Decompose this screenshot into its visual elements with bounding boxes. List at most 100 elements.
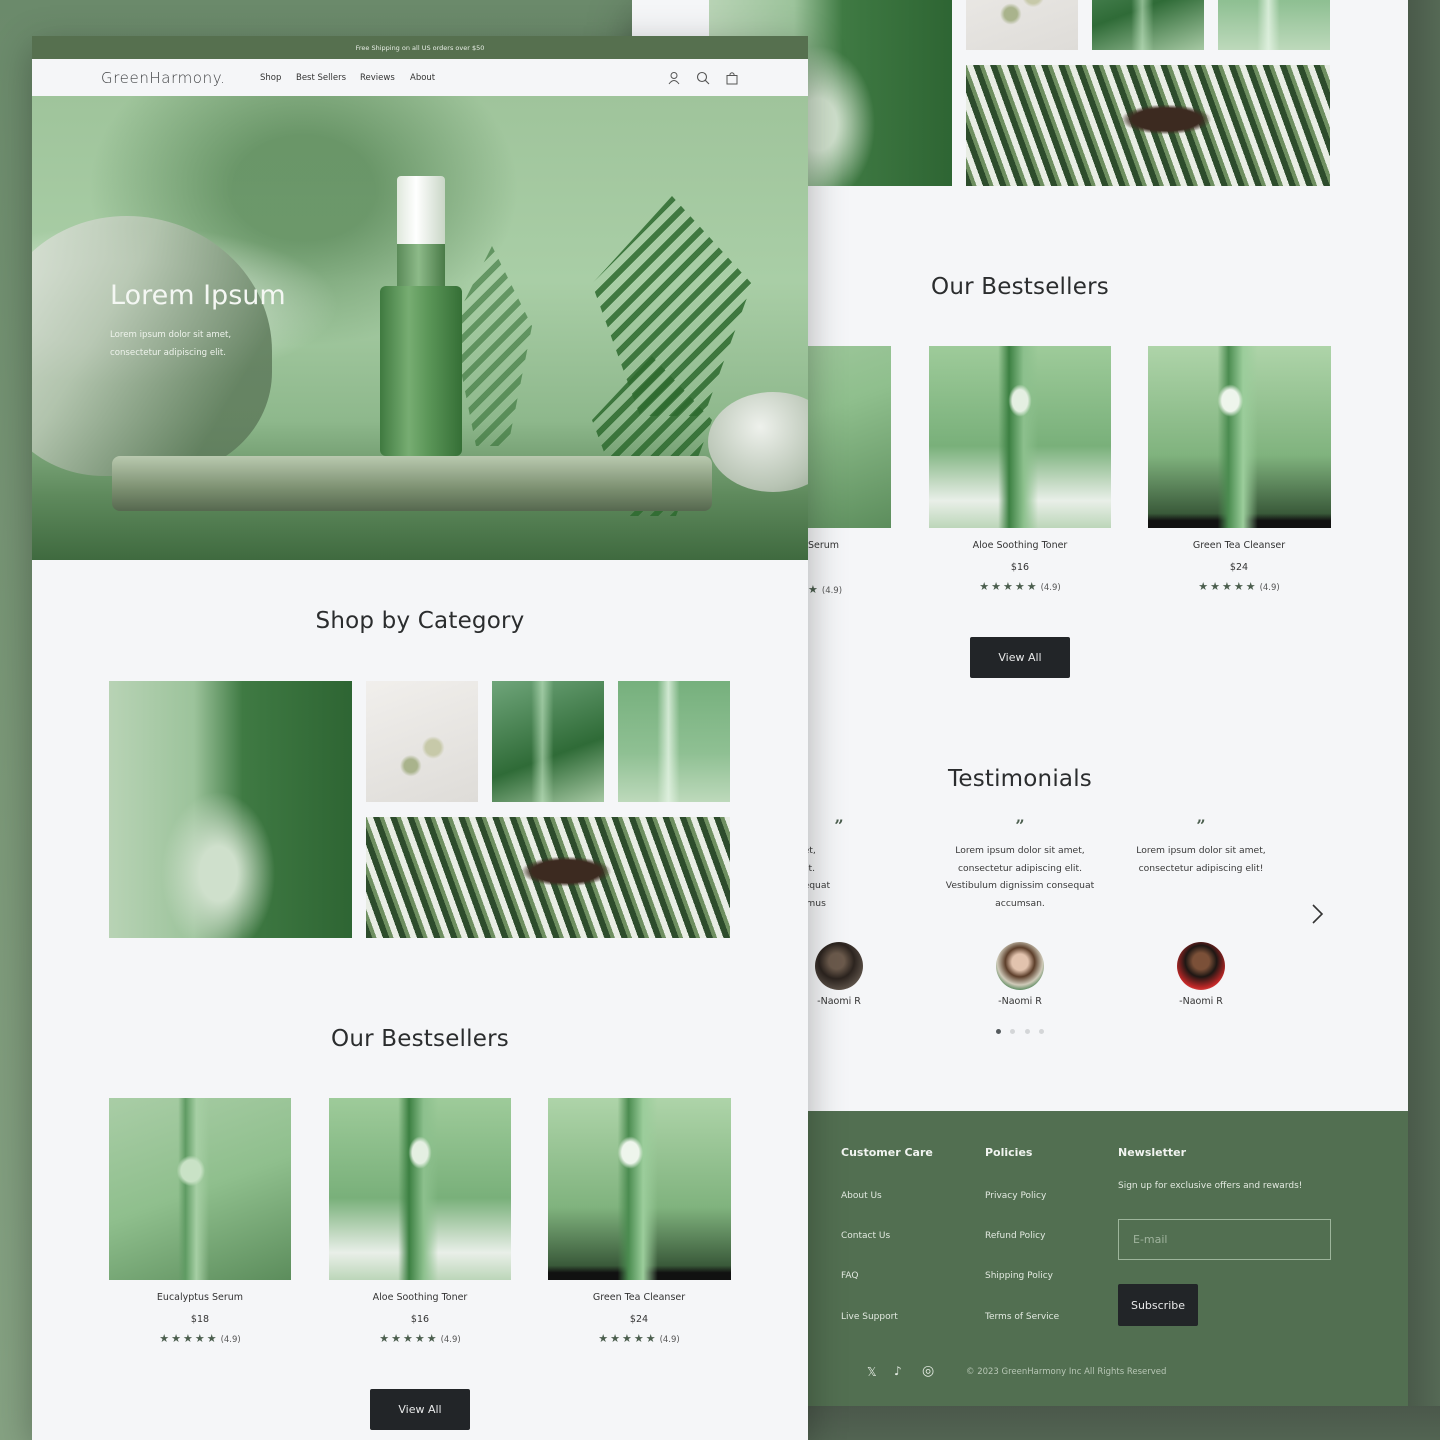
testimonial-author: -Naomi R	[1179, 996, 1223, 1007]
bottle-collar	[397, 244, 445, 288]
nav-link-best-sellers[interactable]: Best Sellers	[296, 73, 346, 83]
nav-link-about[interactable]: About	[410, 73, 435, 83]
announcement-bar: Free Shipping on all US orders over $50	[32, 36, 808, 59]
category-image-skincare-model[interactable]	[366, 817, 730, 938]
footer-link-refund-policy[interactable]: Refund Policy	[985, 1231, 1045, 1241]
view-all-button[interactable]: View All	[370, 1389, 470, 1430]
hero-decor-pedestal	[112, 456, 712, 511]
footer-link-terms-of-service[interactable]: Terms of Service	[985, 1312, 1059, 1322]
product-price: $24	[629, 1314, 649, 1325]
rating-count: (4.9)	[220, 1335, 241, 1345]
product-rating: ★★★★★ (4.9)	[109, 1332, 291, 1345]
hero-decor-fern	[452, 246, 532, 446]
testimonial-text: Lorem ipsum dolor sit amet, consectetur …	[1116, 842, 1286, 877]
rating-stars: ★★★★★	[159, 1332, 219, 1345]
product-name[interactable]: Aloe Soothing Toner	[929, 540, 1111, 551]
bestsellers-title: Our Bestsellers	[931, 274, 1109, 300]
hero-product-bottle	[380, 176, 462, 456]
product-name[interactable]: Eucalyptus Serum	[109, 1292, 291, 1303]
newsletter-description: Sign up for exclusive offers and rewards…	[1118, 1181, 1303, 1191]
product-price: $24	[1229, 562, 1249, 573]
hero-title: Lorem Ipsum	[110, 280, 286, 311]
main-nav: GreenHarmony. Shop Best Sellers Reviews …	[32, 59, 808, 96]
carousel-dot-1[interactable]	[996, 1029, 1001, 1034]
rating-count: (4.9)	[1259, 583, 1280, 593]
carousel-dot-3[interactable]	[1025, 1029, 1030, 1034]
footer-heading-policies: Policies	[985, 1146, 1033, 1159]
email-input[interactable]	[1118, 1219, 1331, 1260]
product-image-aloe-toner[interactable]	[329, 1098, 511, 1280]
carousel-dot-2[interactable]	[1010, 1029, 1015, 1034]
shopping-bag-icon[interactable]	[725, 70, 739, 85]
x-twitter-icon[interactable]: 𝕏	[867, 1365, 877, 1379]
product-name[interactable]: Green Tea Cleanser	[548, 1292, 730, 1303]
footer-link-privacy-policy[interactable]: Privacy Policy	[985, 1191, 1046, 1201]
rating-stars: ★★★★★	[598, 1332, 658, 1345]
testimonial-card: ” Lorem ipsum dolor sit amet, consectetu…	[935, 818, 1105, 912]
carousel-dot-4[interactable]	[1039, 1029, 1044, 1034]
hero-banner: Lorem Ipsum Lorem ipsum dolor sit amet, …	[32, 96, 808, 560]
footer-link-contact-us[interactable]: Contact Us	[841, 1231, 890, 1241]
search-icon[interactable]	[696, 70, 710, 85]
testimonial-author: -Naomi R	[998, 996, 1042, 1007]
subscribe-button[interactable]: Subscribe	[1118, 1284, 1198, 1326]
category-image-roller[interactable]	[366, 681, 478, 802]
category-image-roller[interactable]	[966, 0, 1078, 50]
testimonial-line: accumsan.	[995, 897, 1045, 909]
category-image-bottles[interactable]	[492, 681, 604, 802]
hero-subtitle-line: consectetur adipiscing elit.	[110, 348, 226, 358]
testimonial-line: consectetur adipiscing elit!	[1138, 862, 1264, 874]
testimonial-card: ” Lorem ipsum dolor sit amet, consectetu…	[1116, 818, 1286, 877]
category-image-serum[interactable]	[109, 681, 352, 938]
tiktok-icon[interactable]: ♪	[894, 1364, 902, 1378]
avatar	[1177, 942, 1225, 990]
product-name[interactable]: Aloe Soothing Toner	[329, 1292, 511, 1303]
footer-heading-customer-care: Customer Care	[841, 1146, 933, 1159]
front-page-preview: Free Shipping on all US orders over $50 …	[32, 36, 808, 1440]
testimonial-line: Lorem ipsum dolor sit amet,	[955, 845, 1085, 856]
bestsellers-title: Our Bestsellers	[331, 1026, 509, 1052]
testimonial-text: Lorem ipsum dolor sit amet, consectetur …	[935, 842, 1105, 912]
chevron-right-icon[interactable]	[1308, 902, 1326, 926]
footer-link-faq[interactable]: FAQ	[841, 1271, 858, 1281]
rating-stars: ★★★★★	[979, 580, 1039, 593]
product-image-eucalyptus-serum[interactable]	[109, 1098, 291, 1280]
nav-link-reviews[interactable]: Reviews	[360, 73, 395, 83]
product-price: $16	[1010, 562, 1030, 573]
product-image-aloe-toner[interactable]	[929, 346, 1111, 528]
product-price: $18	[190, 1314, 210, 1325]
footer-link-about-us[interactable]: About Us	[841, 1191, 882, 1201]
product-rating: ★★★★★ (4.9)	[929, 580, 1111, 593]
product-image-green-tea-cleanser[interactable]	[548, 1098, 731, 1280]
testimonial-line: Lorem ipsum dolor sit amet,	[1136, 845, 1266, 856]
instagram-icon[interactable]: ◎	[922, 1363, 934, 1379]
rating-count: (4.9)	[821, 586, 843, 596]
category-image-pump[interactable]	[1218, 0, 1330, 50]
category-image-pump[interactable]	[618, 681, 730, 802]
rating-count: (4.9)	[1040, 583, 1061, 593]
hero-subtitle-line: Lorem ipsum dolor sit amet,	[110, 330, 232, 340]
rating-count: (4.9)	[440, 1335, 461, 1345]
footer-link-live-support[interactable]: Live Support	[841, 1312, 898, 1322]
testimonials-title: Testimonials	[948, 766, 1092, 792]
testimonial-line: consectetur adipiscing elit.	[957, 862, 1082, 874]
product-price: $16	[410, 1314, 430, 1325]
product-name-partial[interactable]: Serum	[808, 540, 868, 551]
brand-logo[interactable]: GreenHarmony.	[101, 69, 225, 87]
product-name[interactable]: Green Tea Cleanser	[1148, 540, 1330, 551]
category-image-skincare-model[interactable]	[966, 65, 1330, 186]
user-icon[interactable]	[667, 70, 681, 85]
background-edge	[1408, 0, 1440, 1440]
footer-link-shipping-policy[interactable]: Shipping Policy	[985, 1271, 1053, 1281]
nav-link-shop[interactable]: Shop	[260, 73, 281, 83]
view-all-button[interactable]: View All	[970, 637, 1070, 678]
rating-stars: ★★★★★	[379, 1332, 439, 1345]
product-rating-partial: ★ (4.9)	[808, 583, 868, 596]
quote-icon: ”	[1196, 816, 1206, 835]
rating-stars: ★★★★★	[1198, 580, 1258, 593]
quote-icon: ”	[1015, 816, 1025, 835]
product-rating: ★★★★★ (4.9)	[1148, 580, 1330, 593]
product-image-green-tea-cleanser[interactable]	[1148, 346, 1331, 528]
category-image-bottles[interactable]	[1092, 0, 1204, 50]
bottle-cap	[397, 176, 445, 244]
